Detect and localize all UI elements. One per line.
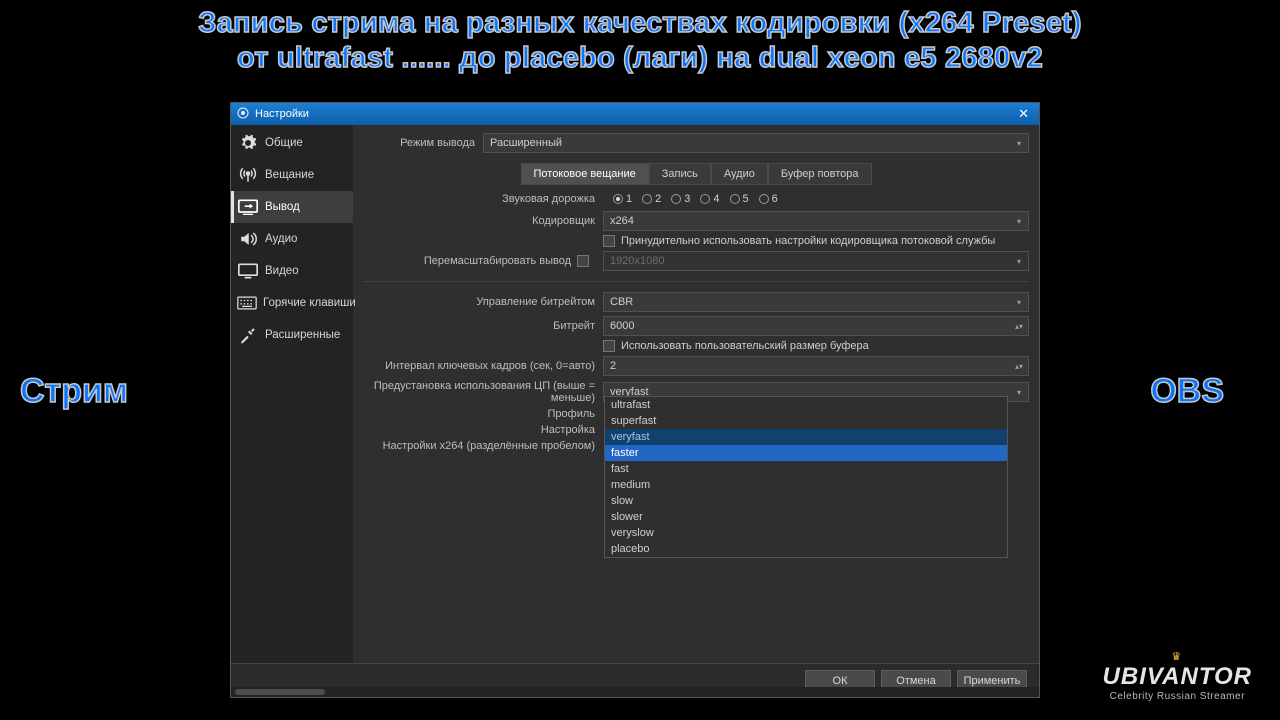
window-titlebar: Настройки ✕ [231, 103, 1039, 125]
bitrate-input[interactable]: 6000▴▾ [603, 316, 1029, 336]
spinner-icon[interactable]: ▴▾ [1012, 319, 1026, 333]
sidebar-item-video[interactable]: Видео [231, 255, 353, 287]
encoder-label: Кодировщик [363, 215, 603, 227]
sidebar-item-output[interactable]: Вывод [231, 191, 353, 223]
tune-label: Настройка [363, 424, 603, 436]
sidebar-item-label: Горячие клавиши [263, 297, 356, 309]
chevron-down-icon: ▾ [1012, 385, 1026, 399]
chevron-down-icon: ▾ [1012, 254, 1026, 268]
tab-streaming[interactable]: Потоковое вещание [521, 163, 649, 185]
bitrate-label: Битрейт [363, 320, 603, 332]
tab-replay-buffer[interactable]: Буфер повтора [768, 163, 872, 185]
chevron-down-icon: ▾ [1012, 214, 1026, 228]
overlay-title: Запись стрима на разных качествах кодиро… [0, 6, 1280, 76]
overlay-left-label: Стрим [20, 372, 128, 411]
sidebar-item-label: Расширенные [265, 329, 340, 341]
audio-track-4[interactable]: 4 [700, 193, 719, 205]
custom-buffer-checkbox[interactable] [603, 340, 615, 352]
speaker-icon [237, 229, 259, 249]
sidebar-item-label: Видео [265, 265, 299, 277]
spinner-icon[interactable]: ▴▾ [1012, 359, 1026, 373]
gear-icon [237, 133, 259, 153]
chevron-down-icon: ▾ [1012, 295, 1026, 309]
x264opts-label: Настройки x264 (разделённые пробелом) [363, 440, 603, 452]
dropdown-option[interactable]: slower [605, 509, 1007, 525]
keyframe-label: Интервал ключевых кадров (сек, 0=авто) [363, 360, 603, 372]
profile-label: Профиль [363, 408, 603, 420]
keyboard-icon [237, 293, 257, 313]
audio-track-5[interactable]: 5 [730, 193, 749, 205]
dropdown-option[interactable]: superfast [605, 413, 1007, 429]
tab-recording[interactable]: Запись [649, 163, 711, 185]
rescale-checkbox[interactable] [577, 255, 589, 267]
overlay-right-label: OBS [1150, 372, 1224, 411]
sidebar-item-audio[interactable]: Аудио [231, 223, 353, 255]
preset-dropdown-list[interactable]: ultrafast superfast veryfast faster fast… [604, 396, 1008, 558]
sidebar-item-label: Аудио [265, 233, 297, 245]
monitor-icon [237, 261, 259, 281]
brand-subtitle: Celebrity Russian Streamer [1103, 691, 1252, 702]
antenna-icon [237, 165, 259, 185]
rate-control-label: Управление битрейтом [363, 296, 603, 308]
audio-track-label: Звуковая дорожка [363, 193, 603, 205]
chevron-down-icon: ▾ [1012, 136, 1026, 150]
enforce-checkbox[interactable] [603, 235, 615, 247]
rescale-label: Перемасштабировать вывод [424, 255, 571, 267]
preset-label: Предустановка использования ЦП (выше = м… [363, 380, 603, 404]
audio-track-2[interactable]: 2 [642, 193, 661, 205]
overlay-line-2: от ultrafast ...... до placebo (лаги) на… [0, 41, 1280, 76]
output-icon [237, 197, 259, 217]
dropdown-option[interactable]: medium [605, 477, 1007, 493]
dropdown-option[interactable]: faster [605, 445, 1007, 461]
dropdown-option[interactable]: slow [605, 493, 1007, 509]
brand-block: ♛ UBIVANTOR Celebrity Russian Streamer [1103, 650, 1252, 702]
close-button[interactable]: ✕ [1014, 106, 1033, 122]
dropdown-option[interactable]: veryslow [605, 525, 1007, 541]
output-mode-select[interactable]: Расширенный▾ [483, 133, 1029, 153]
output-mode-label: Режим вывода [363, 137, 483, 149]
sidebar-item-hotkeys[interactable]: Горячие клавиши [231, 287, 353, 319]
divider [363, 281, 1029, 282]
enforce-label: Принудительно использовать настройки код… [621, 235, 995, 247]
tab-audio[interactable]: Аудио [711, 163, 768, 185]
dropdown-option[interactable]: placebo [605, 541, 1007, 557]
output-tabs: Потоковое вещание Запись Аудио Буфер пов… [363, 163, 1029, 185]
encoder-select[interactable]: x264▾ [603, 211, 1029, 231]
sidebar-item-label: Общие [265, 137, 303, 149]
audio-track-1[interactable]: 1 [613, 193, 632, 205]
crown-icon: ♛ [1103, 650, 1252, 663]
dropdown-option[interactable]: fast [605, 461, 1007, 477]
sidebar-item-general[interactable]: Общие [231, 127, 353, 159]
overlay-line-1: Запись стрима на разных качествах кодиро… [0, 6, 1280, 41]
brand-name: UBIVANTOR [1103, 663, 1252, 691]
keyframe-input[interactable]: 2▴▾ [603, 356, 1029, 376]
rate-control-select[interactable]: CBR▾ [603, 292, 1029, 312]
settings-content: Режим вывода Расширенный▾ Потоковое веща… [353, 125, 1039, 663]
rescale-select[interactable]: 1920x1080▾ [603, 251, 1029, 271]
custom-buffer-label: Использовать пользовательский размер буф… [621, 340, 869, 352]
sidebar-item-label: Вещание [265, 169, 314, 181]
dropdown-option[interactable]: ultrafast [605, 397, 1007, 413]
sidebar-item-advanced[interactable]: Расширенные [231, 319, 353, 351]
sidebar-item-stream[interactable]: Вещание [231, 159, 353, 191]
dropdown-option[interactable]: veryfast [605, 429, 1007, 445]
window-title: Настройки [255, 108, 309, 120]
obs-icon [237, 107, 249, 122]
tools-icon [237, 325, 259, 345]
audio-track-6[interactable]: 6 [759, 193, 778, 205]
sidebar-item-label: Вывод [265, 201, 300, 213]
settings-sidebar: Общие Вещание Вывод Аудио Видео Горячие … [231, 125, 353, 663]
audio-track-3[interactable]: 3 [671, 193, 690, 205]
